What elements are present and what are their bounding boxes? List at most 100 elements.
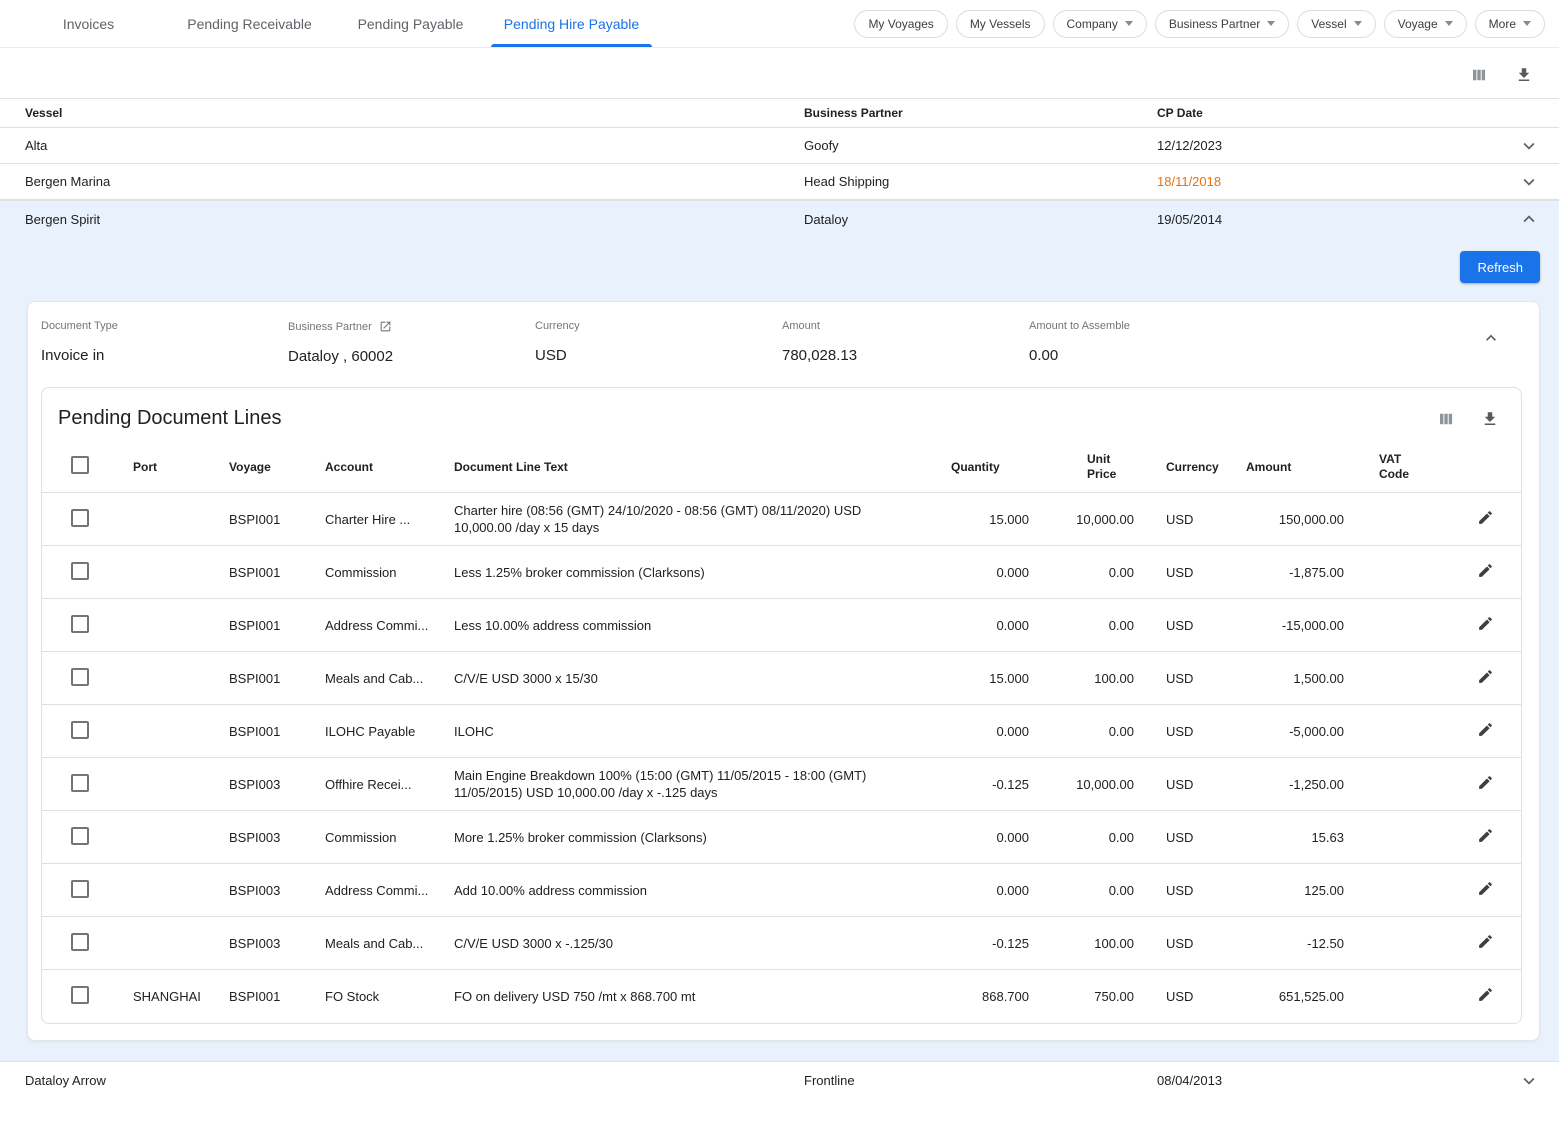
document-type-value: Invoice in [41, 347, 288, 364]
edit-line-button[interactable] [1477, 774, 1494, 791]
row-checkbox[interactable] [71, 721, 89, 739]
select-all-checkbox[interactable] [71, 456, 89, 474]
line-vat-code [1344, 970, 1449, 1023]
line-amount: -15,000.00 [1246, 599, 1344, 652]
edit-line-button[interactable] [1477, 668, 1494, 685]
line-currency: USD [1134, 758, 1246, 811]
line-port [133, 917, 229, 970]
filter-chip[interactable]: Company [1053, 10, 1147, 38]
chevron-down-icon [1523, 21, 1531, 26]
vessel-row[interactable]: Bergen Spirit Dataloy 19/05/2014 [0, 201, 1559, 237]
tab[interactable]: Invoices [8, 0, 169, 47]
vessel-name: Alta [0, 138, 804, 153]
refresh-button[interactable]: Refresh [1460, 251, 1540, 283]
expand-row-button[interactable] [1499, 135, 1559, 157]
line-port [133, 652, 229, 705]
edit-line-button[interactable] [1477, 615, 1494, 632]
amount-value: 780,028.13 [782, 347, 1029, 364]
edit-line-button[interactable] [1477, 933, 1494, 950]
filter-chip[interactable]: My Vessels [956, 10, 1045, 38]
row-checkbox[interactable] [71, 615, 89, 633]
line-port [133, 811, 229, 864]
filter-chip[interactable]: More [1475, 10, 1545, 38]
filter-chip[interactable]: Business Partner [1155, 10, 1289, 38]
row-checkbox[interactable] [71, 933, 89, 951]
filter-chip[interactable]: Voyage [1384, 10, 1467, 38]
cp-date-column-header: CP Date [1157, 106, 1499, 120]
line-text: C/V/E USD 3000 x 15/30 [454, 652, 951, 705]
row-checkbox[interactable] [71, 986, 89, 1004]
columns-icon[interactable] [1437, 410, 1455, 428]
line-port [133, 599, 229, 652]
pending-document-lines-card: Pending Document Lines [41, 387, 1522, 1024]
edit-line-button[interactable] [1477, 880, 1494, 897]
row-checkbox[interactable] [71, 562, 89, 580]
document-type-label: Document Type [41, 320, 288, 332]
line-quantity: 0.000 [951, 599, 1029, 652]
line-voyage: BSPI001 [229, 546, 325, 599]
chevron-down-icon [1445, 21, 1453, 26]
document-line-row: SHANGHAI BSPI001 FO Stock FO on delivery… [42, 970, 1521, 1023]
vessel-row[interactable]: Bergen Marina Head Shipping 18/11/2018 [0, 164, 1559, 200]
line-voyage: BSPI001 [229, 970, 325, 1023]
amount-to-assemble-value: 0.00 [1029, 347, 1276, 364]
chevron-down-icon [1354, 21, 1362, 26]
row-checkbox[interactable] [71, 509, 89, 527]
line-unit-price: 10,000.00 [1029, 493, 1134, 546]
document-line-row: BSPI003 Offhire Recei... Main Engine Bre… [42, 758, 1521, 811]
expand-row-button[interactable] [1499, 1070, 1559, 1092]
edit-line-button[interactable] [1477, 721, 1494, 738]
line-amount: -1,875.00 [1246, 546, 1344, 599]
collapse-document-button[interactable] [1481, 328, 1501, 348]
row-checkbox[interactable] [71, 774, 89, 792]
vat-code-column-header: VAT Code [1344, 442, 1449, 493]
line-account: Charter Hire ... [325, 493, 454, 546]
tab[interactable]: Pending Hire Payable [491, 0, 652, 47]
row-checkbox[interactable] [71, 880, 89, 898]
expand-row-button[interactable] [1499, 171, 1559, 193]
line-amount: -5,000.00 [1246, 705, 1344, 758]
columns-icon[interactable] [1470, 66, 1488, 84]
vessel-table-header: Vessel Business Partner CP Date [0, 98, 1559, 128]
vessel-row[interactable]: Alta Goofy 12/12/2023 [0, 128, 1559, 164]
filter-chip[interactable]: My Voyages [854, 10, 947, 38]
download-icon[interactable] [1481, 410, 1499, 428]
line-text: Main Engine Breakdown 100% (15:00 (GMT) … [454, 758, 951, 811]
pencil-icon [1477, 668, 1494, 685]
line-port [133, 864, 229, 917]
collapse-row-button[interactable] [1499, 208, 1559, 230]
edit-line-button[interactable] [1477, 986, 1494, 1003]
filter-chip[interactable]: Vessel [1297, 10, 1375, 38]
edit-line-button[interactable] [1477, 827, 1494, 844]
line-voyage: BSPI001 [229, 705, 325, 758]
line-text: Less 1.25% broker commission (Clarksons) [454, 546, 951, 599]
filter-chip-label: Voyage [1398, 17, 1438, 31]
line-account: Meals and Cab... [325, 652, 454, 705]
edit-line-button[interactable] [1477, 509, 1494, 526]
open-in-new-icon[interactable] [379, 320, 392, 333]
currency-field: Currency USD [535, 320, 782, 364]
line-account: Address Commi... [325, 599, 454, 652]
line-currency: USD [1134, 599, 1246, 652]
quantity-column-header: Quantity [951, 442, 1029, 493]
table-toolbar [0, 48, 1559, 98]
line-unit-price: 100.00 [1029, 652, 1134, 705]
currency-column-header: Currency [1134, 442, 1246, 493]
line-account: Commission [325, 546, 454, 599]
line-vat-code [1344, 811, 1449, 864]
vessel-row[interactable]: Dataloy Arrow Frontline 08/04/2013 [0, 1062, 1559, 1100]
line-quantity: 0.000 [951, 705, 1029, 758]
tab[interactable]: Pending Payable [330, 0, 491, 47]
download-icon[interactable] [1515, 66, 1533, 84]
edit-line-button[interactable] [1477, 562, 1494, 579]
line-text: C/V/E USD 3000 x -.125/30 [454, 917, 951, 970]
document-lines-table: Port Voyage Account Document Line Text Q… [42, 442, 1521, 1023]
row-checkbox[interactable] [71, 668, 89, 686]
tab[interactable]: Pending Receivable [169, 0, 330, 47]
chevron-down-icon [1518, 171, 1540, 193]
amount-label: Amount [782, 320, 1029, 332]
document-type-field: Document Type Invoice in [41, 320, 288, 364]
line-unit-price: 0.00 [1029, 599, 1134, 652]
line-text: Less 10.00% address commission [454, 599, 951, 652]
row-checkbox[interactable] [71, 827, 89, 845]
